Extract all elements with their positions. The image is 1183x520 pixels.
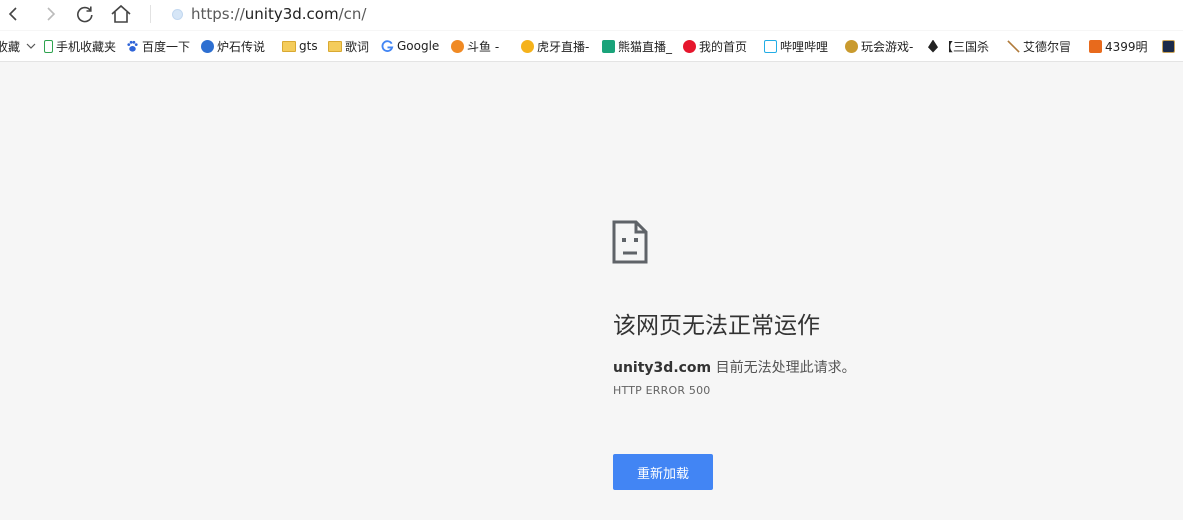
bookmark-panda[interactable]: 熊猫直播_ — [602, 38, 672, 54]
home-icon — [111, 4, 131, 23]
bookmark-label: 我的首页 — [699, 39, 748, 54]
url-scheme: https:// — [191, 5, 245, 23]
bookmark-adventure[interactable]: 艾德尔冒 — [1007, 38, 1071, 54]
weibo-icon — [683, 39, 696, 53]
4399-icon — [1089, 39, 1102, 53]
bookmark-lol[interactable] — [1162, 38, 1178, 54]
bookmark-label: 虎牙直播- — [537, 39, 590, 54]
bookmark-bilibili[interactable]: 哔哩哔哩 — [764, 38, 828, 54]
forward-arrow-icon — [47, 7, 56, 21]
game-icon — [845, 39, 858, 53]
bookmark-label: 哔哩哔哩 — [780, 39, 829, 54]
bookmark-label: 斗鱼 - — [467, 39, 500, 54]
bookmark-4399[interactable]: 4399明 — [1089, 38, 1148, 54]
bookmark-label: 【三国杀 — [941, 39, 990, 54]
bookmark-label: 艾德尔冒 — [1023, 39, 1072, 54]
folder-icon — [328, 40, 342, 52]
bookmark-game[interactable]: 玩会游戏- — [845, 38, 913, 54]
bookmark-label: 歌词 — [345, 39, 370, 54]
bookmark-label: 炉石传说 — [217, 39, 266, 54]
error-host: unity3d.com — [613, 360, 712, 376]
folder-icon — [282, 40, 296, 52]
toolbar-divider — [150, 5, 151, 23]
bookmark-baidu[interactable]: 百度一下 — [126, 38, 190, 54]
bilibili-icon — [764, 39, 777, 53]
bookmark-label: 玩会游戏- — [861, 39, 914, 54]
bookmark-label: 收藏 — [0, 39, 21, 54]
error-message: unity3d.com 目前无法处理此请求。 — [613, 357, 856, 377]
home-button[interactable] — [109, 2, 133, 26]
refresh-button[interactable] — [73, 2, 97, 26]
douyu-icon — [451, 39, 464, 53]
forward-button[interactable] — [38, 2, 62, 26]
bookmark-label: 百度一下 — [142, 39, 191, 54]
bookmark-huya[interactable]: 虎牙直播- — [521, 38, 589, 54]
bookmark-weibo[interactable]: 我的首页 — [683, 38, 747, 54]
error-title: 该网页无法正常运作 — [613, 313, 820, 339]
error-code: HTTP ERROR 500 — [613, 384, 711, 397]
bookmark-label: gts — [299, 39, 318, 53]
bookmark-label: 熊猫直播_ — [618, 39, 673, 54]
baidu-paw-icon — [127, 40, 138, 52]
site-info-icon[interactable] — [172, 8, 183, 20]
sanguosha-icon — [928, 39, 938, 53]
error-page: 该网页无法正常运作 unity3d.com 目前无法处理此请求。 HTTP ER… — [0, 62, 1183, 520]
sword-icon — [1007, 39, 1020, 53]
lol-icon — [1162, 39, 1175, 53]
browser-toolbar: https://unity3d.com/cn/ — [0, 0, 1183, 30]
phone-icon — [44, 39, 53, 53]
bookmark-label: Google — [397, 39, 440, 53]
bookmark-label: 手机收藏夹 — [56, 39, 117, 54]
bookmark-google[interactable]: Google — [381, 38, 439, 54]
bookmark-label: 4399明 — [1105, 39, 1148, 54]
url-host: unity3d.com — [244, 5, 339, 23]
bookmark-favorites[interactable]: 收藏 — [0, 38, 36, 54]
bookmark-sanguosha[interactable]: 【三国杀 — [928, 38, 989, 54]
chevron-down-icon — [26, 43, 36, 49]
google-g-icon — [381, 39, 394, 52]
panda-icon — [602, 39, 615, 53]
bookmark-folder-gts[interactable]: gts — [282, 38, 318, 54]
bookmark-mobile[interactable]: 手机收藏夹 — [44, 38, 116, 54]
sad-page-icon — [612, 220, 648, 264]
address-bar[interactable]: https://unity3d.com/cn/ — [168, 3, 1168, 25]
bookmark-douyu[interactable]: 斗鱼 - — [451, 38, 499, 54]
huya-icon — [521, 39, 534, 53]
bookmark-folder-lyrics[interactable]: 歌词 — [328, 38, 369, 54]
back-button[interactable] — [2, 2, 26, 26]
error-description: 目前无法处理此请求。 — [711, 360, 856, 376]
yy-icon — [201, 39, 214, 53]
bookmarks-bar: 收藏 手机收藏夹 百度一下 炉石传说 gts 歌词 Google — [0, 31, 1183, 62]
url-path: /cn/ — [338, 5, 367, 23]
back-arrow-icon — [8, 7, 17, 21]
bookmark-hearthstone[interactable]: 炉石传说 — [201, 38, 265, 54]
refresh-icon — [77, 6, 93, 23]
reload-button[interactable]: 重新加载 — [613, 454, 713, 490]
